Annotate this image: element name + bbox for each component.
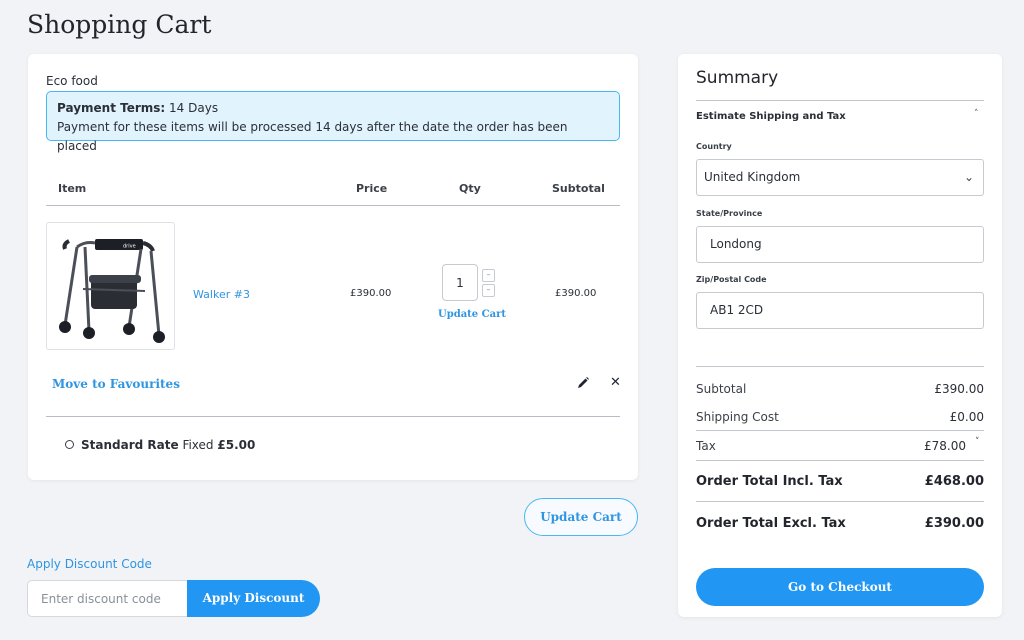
- qty-decrement-button[interactable]: –: [482, 284, 495, 297]
- cart-panel: Eco food Payment Terms: 14 Days Payment …: [28, 54, 638, 480]
- totals-top-divider: [696, 366, 984, 367]
- shipping-option-label[interactable]: Standard Rate Fixed £5.00: [81, 438, 255, 452]
- column-header-price: Price: [356, 182, 388, 195]
- product-name-link[interactable]: Walker #3: [193, 288, 250, 301]
- apply-discount-button[interactable]: Apply Discount: [187, 580, 320, 617]
- item-subtotal: £390.00: [555, 288, 597, 299]
- subtotal-value: £390.00: [934, 382, 984, 396]
- quantity-input[interactable]: [442, 264, 478, 301]
- item-divider: [46, 416, 620, 417]
- column-header-subtotal: Subtotal: [552, 182, 605, 195]
- summary-title-divider: [696, 100, 984, 101]
- chevron-down-icon[interactable]: ˅: [975, 437, 980, 447]
- table-header-divider: [46, 205, 620, 206]
- tax-label: Tax: [696, 439, 716, 453]
- shipping-rate-type: Fixed: [182, 438, 214, 452]
- order-total-incl-label: Order Total Incl. Tax: [696, 474, 843, 489]
- shipping-cost-value: £0.00: [949, 410, 984, 424]
- country-select[interactable]: United Kingdom ⌄: [696, 159, 984, 196]
- shipping-rate-name: Standard Rate: [81, 438, 179, 452]
- tax-value: £78.00: [924, 439, 966, 453]
- order-total-excl-label: Order Total Excl. Tax: [696, 516, 846, 531]
- svg-text:drive: drive: [123, 244, 136, 250]
- tax-divider: [696, 460, 984, 461]
- state-input[interactable]: Londong: [696, 226, 984, 263]
- payment-terms-description: Payment for these items will be processe…: [57, 120, 568, 153]
- discount-code-input[interactable]: [27, 580, 187, 617]
- order-total-incl-value: £468.00: [924, 474, 984, 489]
- shipping-cost-label: Shipping Cost: [696, 410, 779, 424]
- chevron-down-icon: ⌄: [963, 170, 974, 184]
- item-price: £390.00: [350, 288, 392, 299]
- country-value: United Kingdom: [704, 170, 801, 184]
- summary-title: Summary: [696, 68, 779, 88]
- total-divider: [696, 501, 984, 502]
- column-header-item: Item: [58, 182, 87, 195]
- go-to-checkout-button[interactable]: Go to Checkout: [696, 568, 984, 606]
- payment-terms-notice: Payment Terms: 14 Days Payment for these…: [46, 91, 620, 153]
- chevron-up-icon[interactable]: ˄: [974, 109, 979, 119]
- update-cart-button[interactable]: Update Cart: [524, 498, 638, 536]
- page-title: Shopping Cart: [27, 10, 212, 39]
- zip-label: Zip/Postal Code: [696, 275, 767, 284]
- seller-name: Eco food: [46, 74, 98, 88]
- product-thumbnail[interactable]: drive: [46, 222, 175, 350]
- pencil-icon[interactable]: [576, 376, 590, 390]
- state-label: State/Province: [696, 209, 763, 218]
- apply-discount-toggle[interactable]: Apply Discount Code: [27, 557, 152, 571]
- shipping-radio[interactable]: [65, 440, 74, 449]
- move-to-favourites-link[interactable]: Move to Favourites: [52, 377, 180, 391]
- payment-terms-value: 14 Days: [169, 101, 219, 115]
- qty-increment-button[interactable]: –: [482, 269, 495, 282]
- country-label: Country: [696, 142, 732, 151]
- subtotal-label: Subtotal: [696, 382, 747, 396]
- summary-panel: Summary Estimate Shipping and Tax ˄ Coun…: [678, 54, 1002, 617]
- update-cart-link[interactable]: Update Cart: [438, 309, 506, 320]
- close-icon[interactable]: ✕: [610, 375, 621, 390]
- payment-terms-label: Payment Terms:: [57, 101, 166, 115]
- shipping-divider: [696, 430, 984, 431]
- order-total-excl-value: £390.00: [924, 516, 984, 531]
- rollator-walker-image: drive: [59, 239, 165, 343]
- estimate-shipping-heading[interactable]: Estimate Shipping and Tax: [696, 111, 846, 122]
- zip-input[interactable]: AB1 2CD: [696, 292, 984, 329]
- shipping-rate-price: £5.00: [217, 438, 256, 452]
- column-header-qty: Qty: [459, 182, 481, 195]
